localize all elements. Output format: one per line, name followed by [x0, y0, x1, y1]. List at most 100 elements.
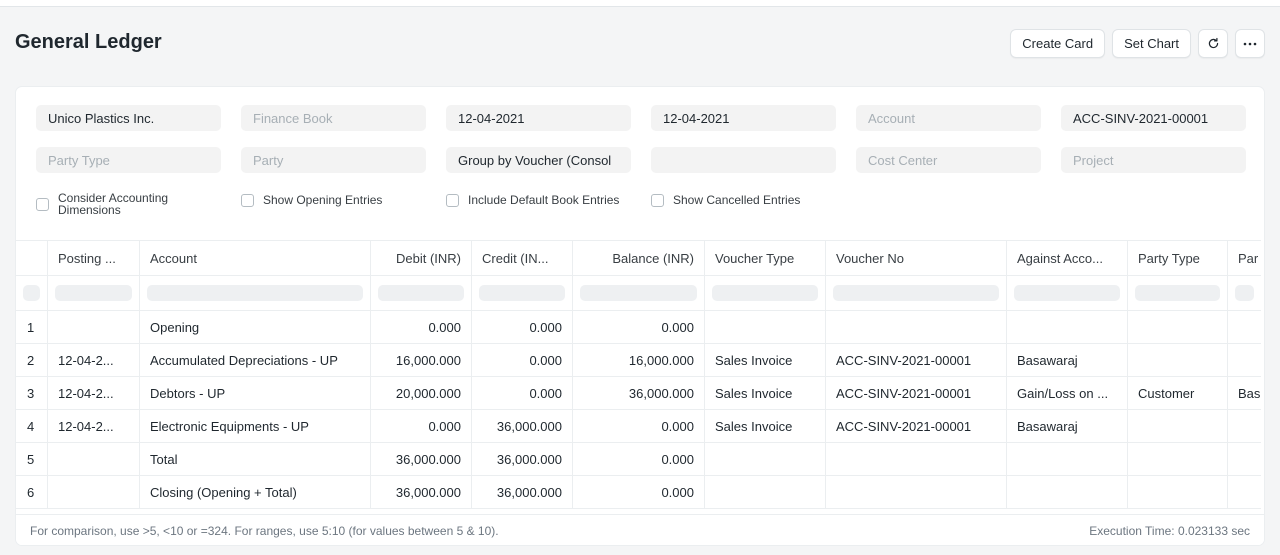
party-type-filter[interactable]: Party Type [36, 147, 221, 173]
party-filter[interactable]: Party [241, 147, 426, 173]
cell-posting-date[interactable] [48, 311, 140, 343]
cell-voucher-type[interactable] [705, 476, 826, 508]
cell-voucher-no[interactable]: ACC-SINV-2021-00001 [826, 344, 1007, 376]
filter-box[interactable] [580, 285, 697, 301]
cell-voucher-no[interactable] [826, 311, 1007, 343]
cell-against-account[interactable] [1007, 443, 1128, 475]
cost-center-filter[interactable]: Cost Center [856, 147, 1041, 173]
cell-against-account[interactable] [1007, 476, 1128, 508]
checkbox-box[interactable] [36, 197, 49, 211]
column-filter-voucher-no[interactable] [826, 276, 1007, 310]
cell-against-account[interactable]: Gain/Loss on ... [1007, 377, 1128, 409]
cell-account[interactable]: Opening [140, 311, 371, 343]
cell-debit[interactable]: 20,000.000 [371, 377, 472, 409]
cell-party[interactable] [1228, 311, 1261, 343]
cell-credit[interactable]: 36,000.000 [472, 476, 573, 508]
create-card-button[interactable]: Create Card [1010, 29, 1106, 58]
checkbox-box[interactable] [241, 193, 254, 207]
cell-voucher-type[interactable]: Sales Invoice [705, 377, 826, 409]
column-filter-posting-date[interactable] [48, 276, 140, 310]
cell-credit[interactable]: 36,000.000 [472, 410, 573, 442]
cell-balance[interactable]: 0.000 [573, 443, 705, 475]
cell-debit[interactable]: 36,000.000 [371, 443, 472, 475]
cell-account[interactable]: Debtors - UP [140, 377, 371, 409]
table-row[interactable]: 2 12-04-2... Accumulated Depreciations -… [16, 344, 1261, 377]
column-header-party[interactable]: Par [1228, 241, 1261, 275]
filter-box[interactable] [1235, 285, 1254, 301]
cell-party-type[interactable] [1128, 410, 1228, 442]
consider-dimensions-checkbox[interactable]: Consider Accounting Dimensions [36, 192, 198, 216]
cell-debit[interactable]: 0.000 [371, 311, 472, 343]
column-header-account[interactable]: Account [140, 241, 371, 275]
cell-debit[interactable]: 36,000.000 [371, 476, 472, 508]
column-filter-against-account[interactable] [1007, 276, 1128, 310]
column-header-posting-date[interactable]: Posting ... [48, 241, 140, 275]
column-filter-credit[interactable] [472, 276, 573, 310]
cell-party-type[interactable] [1128, 443, 1228, 475]
table-row[interactable]: 3 12-04-2... Debtors - UP 20,000.000 0.0… [16, 377, 1261, 410]
table-row[interactable]: 1 Opening 0.000 0.000 0.000 [16, 311, 1261, 344]
cell-party-type[interactable] [1128, 476, 1228, 508]
cell-balance[interactable]: 0.000 [573, 476, 705, 508]
checkbox-box[interactable] [651, 193, 664, 207]
column-header-party-type[interactable]: Party Type [1128, 241, 1228, 275]
cell-against-account[interactable]: Basawaraj [1007, 344, 1128, 376]
to-date-filter[interactable]: 12-04-2021 [651, 105, 836, 131]
cell-party[interactable] [1228, 344, 1261, 376]
filter-box[interactable] [147, 285, 363, 301]
column-filter-balance[interactable] [573, 276, 705, 310]
cell-balance[interactable]: 16,000.000 [573, 344, 705, 376]
cell-posting-date[interactable]: 12-04-2... [48, 410, 140, 442]
finance-book-filter[interactable]: Finance Book [241, 105, 426, 131]
project-filter[interactable]: Project [1061, 147, 1246, 173]
column-filter-voucher-type[interactable] [705, 276, 826, 310]
checkbox-box[interactable] [446, 193, 459, 207]
cell-balance[interactable]: 0.000 [573, 410, 705, 442]
filter-box[interactable] [378, 285, 464, 301]
cell-posting-date[interactable]: 12-04-2... [48, 377, 140, 409]
cell-voucher-no[interactable] [826, 443, 1007, 475]
cell-voucher-type[interactable] [705, 311, 826, 343]
cell-posting-date[interactable] [48, 476, 140, 508]
cell-against-account[interactable]: Basawaraj [1007, 410, 1128, 442]
cell-account[interactable]: Total [140, 443, 371, 475]
column-filter-party[interactable] [1228, 276, 1261, 310]
cell-balance[interactable]: 36,000.000 [573, 377, 705, 409]
cell-voucher-no[interactable] [826, 476, 1007, 508]
show-opening-checkbox[interactable]: Show Opening Entries [241, 193, 382, 207]
column-header-credit[interactable]: Credit (IN... [472, 241, 573, 275]
cell-credit[interactable]: 36,000.000 [472, 443, 573, 475]
column-header-voucher-no[interactable]: Voucher No [826, 241, 1007, 275]
cell-party[interactable] [1228, 410, 1261, 442]
more-options-button[interactable] [1235, 29, 1265, 58]
cell-credit[interactable]: 0.000 [472, 344, 573, 376]
cell-posting-date[interactable]: 12-04-2... [48, 344, 140, 376]
cell-voucher-type[interactable]: Sales Invoice [705, 410, 826, 442]
table-row[interactable]: 6 Closing (Opening + Total) 36,000.000 3… [16, 476, 1261, 509]
cell-voucher-no[interactable]: ACC-SINV-2021-00001 [826, 410, 1007, 442]
cell-debit[interactable]: 16,000.000 [371, 344, 472, 376]
voucher-no-filter[interactable]: ACC-SINV-2021-00001 [1061, 105, 1246, 131]
filter-box[interactable] [833, 285, 999, 301]
cell-posting-date[interactable] [48, 443, 140, 475]
company-filter[interactable]: Unico Plastics Inc. [36, 105, 221, 131]
refresh-button[interactable] [1198, 29, 1228, 58]
cell-party[interactable] [1228, 476, 1261, 508]
filter-box[interactable] [479, 285, 565, 301]
cell-party[interactable] [1228, 443, 1261, 475]
cell-against-account[interactable] [1007, 311, 1128, 343]
column-filter-party-type[interactable] [1128, 276, 1228, 310]
cell-balance[interactable]: 0.000 [573, 311, 705, 343]
cell-party-type[interactable]: Customer [1128, 377, 1228, 409]
column-header-debit[interactable]: Debit (INR) [371, 241, 472, 275]
filter-box[interactable] [1135, 285, 1220, 301]
cell-credit[interactable]: 0.000 [472, 311, 573, 343]
include-default-book-checkbox[interactable]: Include Default Book Entries [446, 193, 619, 207]
cell-party[interactable]: Bas [1228, 377, 1261, 409]
column-filter-debit[interactable] [371, 276, 472, 310]
cell-account[interactable]: Closing (Opening + Total) [140, 476, 371, 508]
cell-party-type[interactable] [1128, 311, 1228, 343]
column-header-voucher-type[interactable]: Voucher Type [705, 241, 826, 275]
filter-box[interactable] [1014, 285, 1120, 301]
cell-voucher-type[interactable]: Sales Invoice [705, 344, 826, 376]
